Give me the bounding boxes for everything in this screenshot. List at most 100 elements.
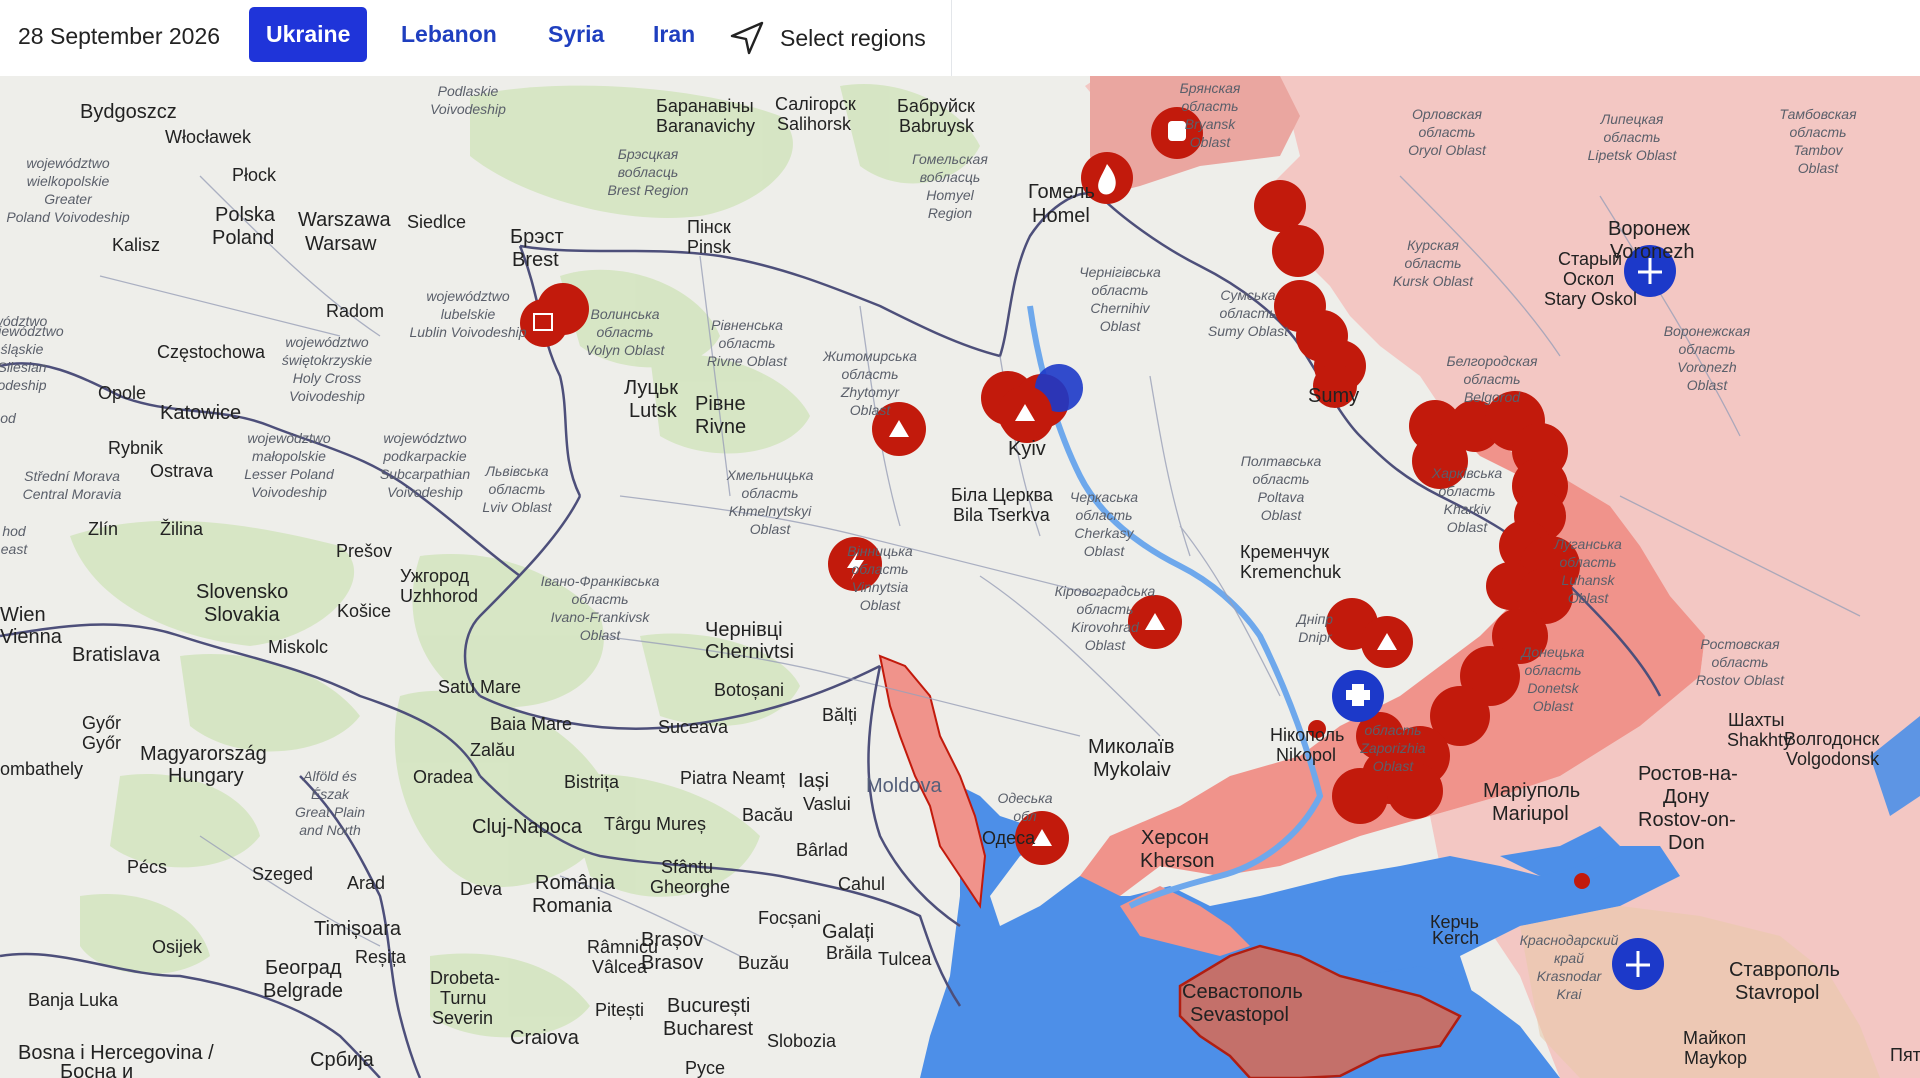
- map-view[interactable]: Bydgoszcz Włocławek Płock Warszawa Warsa…: [0, 76, 1920, 1078]
- city-label: Drobeta-: [430, 968, 500, 988]
- tab-lebanon[interactable]: Lebanon: [401, 21, 497, 48]
- city-label: Iași: [798, 770, 829, 792]
- city-label: Suceava: [658, 717, 729, 737]
- city-label: Шахты: [1728, 710, 1785, 730]
- city-label: Stary Oskol: [1544, 289, 1637, 309]
- city-label: Бабруйск: [897, 96, 975, 116]
- country-label: Polska: [215, 204, 276, 226]
- city-label: Ужгород: [400, 566, 470, 586]
- city-label: Miskolc: [268, 637, 328, 657]
- city-label: Baranavichy: [656, 116, 755, 136]
- city-label: Włocławek: [165, 127, 252, 147]
- city-label: Tulcea: [878, 949, 932, 969]
- city-label: Satu Mare: [438, 677, 521, 697]
- city-label: Opole: [98, 383, 146, 403]
- city-label: Don: [1668, 832, 1705, 854]
- city-label: Oradea: [413, 767, 474, 787]
- city-label: Radom: [326, 301, 384, 321]
- city-label: Kherson: [1140, 850, 1215, 872]
- city-label: Płock: [232, 165, 277, 185]
- tab-syria[interactable]: Syria: [548, 21, 604, 48]
- date-label: 28 September 2026: [18, 23, 221, 49]
- top-bar-empty-area: [953, 0, 1920, 76]
- city-label: Херсон: [1141, 827, 1209, 849]
- city-label: Kalisz: [112, 235, 160, 255]
- city-label: Mariupol: [1492, 803, 1569, 825]
- city-label: Maykop: [1684, 1048, 1747, 1068]
- city-label: Rivne: [695, 416, 746, 438]
- city-label: ombathely: [0, 759, 83, 779]
- city-label: Bratislava: [72, 644, 161, 666]
- city-label: Кременчук: [1240, 542, 1329, 562]
- navigation-arrow-icon: [730, 21, 764, 55]
- city-label: Nikopol: [1276, 745, 1336, 765]
- city-label: Banja Luka: [28, 990, 119, 1010]
- city-label: Rostov-on-: [1638, 809, 1736, 831]
- city-label: Майкоп: [1683, 1028, 1746, 1048]
- city-label: Bistrița: [564, 772, 620, 792]
- city-label: Volgodonsk: [1786, 749, 1880, 769]
- city-label: Severin: [432, 1008, 493, 1028]
- city-label: Гомель: [1028, 181, 1095, 203]
- select-regions-label: Select regions: [780, 24, 926, 51]
- tab-iran[interactable]: Iran: [653, 21, 695, 48]
- city-label: Миколаїв: [1088, 736, 1174, 758]
- city-label: Gheorghe: [650, 877, 730, 897]
- country-label: Poland: [212, 227, 274, 249]
- city-label: Warsaw: [305, 233, 377, 255]
- country-label: Moldova: [866, 775, 942, 797]
- city-label: Rybnik: [108, 438, 164, 458]
- city-label: Wien: [0, 604, 46, 626]
- country-label: Босна и: [60, 1061, 133, 1078]
- city-label: Cluj-Napoca: [472, 816, 583, 838]
- city-label: Brăila: [826, 943, 873, 963]
- city-label: Оскол: [1563, 269, 1614, 289]
- city-label: Vienna: [0, 626, 63, 648]
- city-label: Zalău: [470, 740, 515, 760]
- city-label: Луцьк: [624, 377, 678, 399]
- city-label: Babruysk: [899, 116, 975, 136]
- city-label: Ostrava: [150, 461, 214, 481]
- city-label: Pécs: [127, 857, 167, 877]
- city-label: Pyce: [685, 1058, 725, 1078]
- city-label: Deva: [460, 879, 503, 899]
- city-label: Sevastopol: [1190, 1004, 1289, 1026]
- city-label: Siedlce: [407, 212, 466, 232]
- city-label: Старый: [1558, 249, 1622, 269]
- city-label: Bălți: [822, 705, 857, 725]
- city-label: Buzău: [738, 953, 789, 973]
- city-label: Bârlad: [796, 840, 848, 860]
- city-label: Pinsk: [687, 237, 732, 257]
- city-label: Râmnicu: [587, 937, 658, 957]
- city-label: Arad: [347, 873, 385, 893]
- city-label: București: [667, 995, 750, 1017]
- city-label: Győr: [82, 713, 121, 733]
- city-label: Chernivtsi: [705, 641, 794, 663]
- region-label-orel: Орловская область Oryol Oblast: [1408, 106, 1487, 158]
- city-label: Brest: [512, 249, 559, 271]
- city-label: Pitești: [595, 1000, 644, 1020]
- tab-ukraine[interactable]: Ukraine: [249, 7, 368, 62]
- city-label: Воронеж: [1608, 218, 1691, 240]
- city-label: Voronezh: [1610, 241, 1695, 263]
- country-label: Србија: [310, 1049, 375, 1071]
- city-label: Zlín: [88, 519, 118, 539]
- city-label: Маріуполь: [1483, 780, 1580, 802]
- destroyed-building-icon: [520, 299, 568, 347]
- city-label: Біла Церква: [951, 485, 1054, 505]
- city-label: Focșani: [758, 908, 821, 928]
- city-label: Turnu: [440, 988, 486, 1008]
- city-label: Galați: [822, 921, 874, 943]
- city-label: Craiova: [510, 1027, 580, 1049]
- city-label: Žilina: [160, 519, 204, 539]
- region-label-od: od: [0, 410, 17, 426]
- city-label: Prešov: [336, 541, 392, 561]
- city-label: Севастополь: [1182, 981, 1303, 1003]
- city-label: Рівне: [695, 393, 746, 415]
- city-label: Warszawa: [298, 209, 391, 231]
- city-label: Szeged: [252, 864, 313, 884]
- top-navigation-bar: 28 September 2026 Ukraine Lebanon Syria …: [0, 0, 952, 76]
- map-canvas[interactable]: Bydgoszcz Włocławek Płock Warszawa Warsa…: [0, 76, 1920, 1078]
- country-label: România: [535, 872, 616, 894]
- select-regions-button[interactable]: Select regions: [728, 14, 926, 62]
